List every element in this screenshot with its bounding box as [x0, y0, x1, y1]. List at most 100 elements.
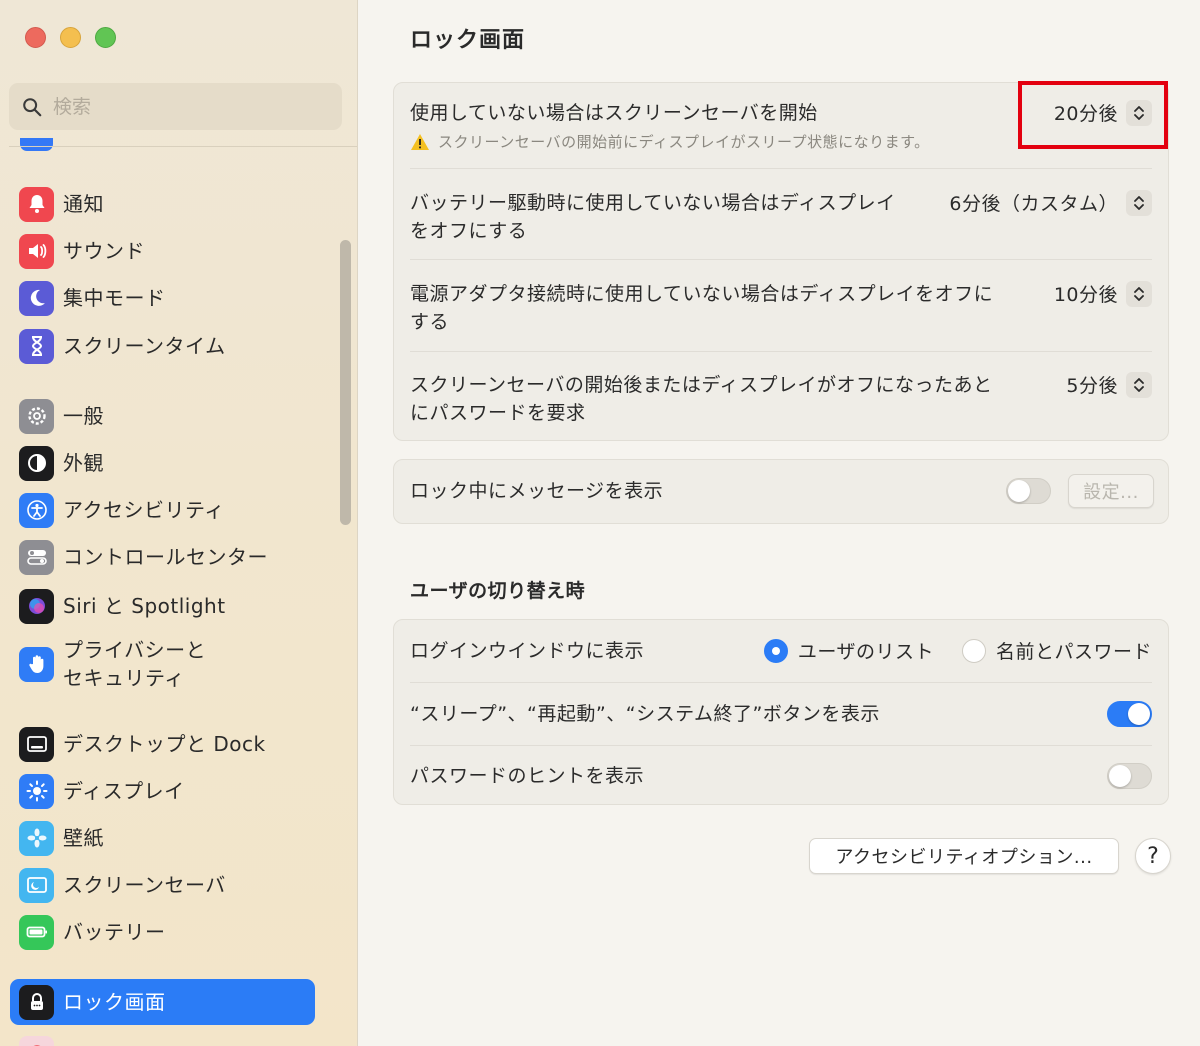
sidebar-item-battery[interactable]: バッテリー	[10, 909, 315, 955]
require-password-popup[interactable]: 5分後	[1066, 371, 1152, 398]
radio-label: ユーザのリスト	[797, 641, 934, 663]
sidebar-item-label: バッテリー	[63, 920, 166, 944]
screensaver-icon	[19, 867, 54, 903]
password-hint-row: パスワードのヒントを表示	[410, 746, 1152, 806]
display-icon	[19, 773, 54, 809]
sidebar-item-label: コントロールセンター	[63, 545, 268, 569]
lock-message-label: ロック中にメッセージを表示	[410, 480, 664, 502]
window-controls	[25, 27, 116, 48]
appearance-icon	[19, 445, 54, 481]
password-hint-toggle[interactable]	[1107, 763, 1152, 789]
sidebar-item-label: スクリーンセーバ	[63, 873, 226, 897]
search-field[interactable]	[9, 83, 342, 130]
show-buttons-row: “スリープ”、“再起動”、“システム終了”ボタンを表示	[410, 683, 1152, 745]
sidebar-item-label: ディスプレイ	[63, 779, 185, 803]
main-panel: ロック画面 使用していない場合はスクリーンセーバを開始 スクリーンセーバの開始前…	[359, 0, 1200, 1046]
warning-text: スクリーンセーバの開始前にディスプレイがスリープ状態になります。	[438, 133, 930, 151]
sidebar: 通知 サウンド 集中モード スクリーンタイム 一般 外観	[0, 0, 358, 1046]
show-buttons-label: “スリープ”、“再起動”、“システム終了”ボタンを表示	[410, 703, 880, 725]
gear-icon	[19, 398, 54, 434]
sidebar-item-screen-saver[interactable]: スクリーンセーバ	[10, 862, 315, 908]
adapter-display-off-label: 電源アダプタ接続時に使用していない場合はディスプレイをオフにする	[410, 283, 994, 333]
require-password-value: 5分後	[1066, 375, 1118, 397]
bell-icon	[19, 186, 54, 222]
minimize-window-button[interactable]	[60, 27, 81, 48]
sidebar-item-appearance[interactable]: 外観	[10, 440, 315, 486]
close-window-button[interactable]	[25, 27, 46, 48]
sidebar-item-label: プライバシーと セキュリティ	[63, 638, 207, 690]
radio-dot	[961, 638, 986, 663]
sidebar-item-label: 通知	[63, 192, 104, 216]
toggle-knob	[1128, 703, 1150, 725]
password-hint-label: パスワードのヒントを表示	[410, 765, 645, 787]
sidebar-scrollbar[interactable]	[340, 240, 351, 525]
hourglass-icon	[19, 328, 54, 364]
battery-display-off-popup[interactable]: 6分後（カスタム）	[949, 189, 1152, 216]
sidebar-item-lock-screen[interactable]: ロック画面	[10, 979, 315, 1025]
search-input[interactable]	[53, 95, 313, 118]
sidebar-item-label: 一般	[63, 404, 104, 428]
login-window-label: ログインウインドウに表示	[410, 640, 645, 662]
toggle-knob	[1109, 765, 1131, 787]
highlight-annotation	[1018, 81, 1168, 149]
sidebar-item-label: アクセシビリティ	[63, 498, 225, 522]
lock-message-settings-button[interactable]: 設定...	[1068, 474, 1154, 508]
accessibility-options-button[interactable]: アクセシビリティオプション...	[809, 838, 1119, 874]
battery-display-off-row: バッテリー駆動時に使用していない場合はディスプレイをオフにする 6分後（カスタム…	[410, 169, 1152, 259]
dock-icon	[19, 726, 54, 762]
sidebar-item-displays[interactable]: ディスプレイ	[10, 768, 315, 814]
help-button[interactable]: ?	[1135, 838, 1171, 874]
lock-message-toggle[interactable]	[1006, 478, 1051, 504]
login-window-row: ログインウインドウに表示 ユーザのリスト 名前とパスワード	[410, 620, 1152, 682]
sidebar-item-label: ロック画面	[63, 990, 166, 1014]
chevron-up-down-icon	[1126, 189, 1152, 216]
sidebar-item-desktop-dock[interactable]: デスクトップと Dock	[10, 721, 315, 767]
require-password-row: スクリーンセーバの開始後またはディスプレイがオフになったあとにパスワードを要求 …	[410, 351, 1152, 441]
sidebar-item-siri-spotlight[interactable]: Siri と Spotlight	[10, 583, 315, 629]
radio-user-list[interactable]: ユーザのリスト	[763, 637, 934, 664]
partially-hidden-icon	[20, 138, 53, 151]
radio-name-password[interactable]: 名前とパスワード	[961, 637, 1152, 664]
radio-dot	[763, 638, 788, 663]
sidebar-item-label: 壁紙	[63, 826, 104, 850]
sidebar-item-touch-id-partial[interactable]	[10, 1030, 315, 1046]
divider	[9, 146, 357, 147]
sidebar-item-label: デスクトップと Dock	[63, 732, 266, 756]
fingerprint-icon	[19, 1035, 54, 1046]
lock-icon	[19, 984, 54, 1020]
sidebar-item-control-center[interactable]: コントロールセンター	[10, 534, 315, 580]
moon-icon	[19, 280, 54, 316]
control-center-icon	[19, 539, 54, 575]
sidebar-item-privacy-security[interactable]: プライバシーと セキュリティ	[10, 634, 315, 694]
show-buttons-toggle[interactable]	[1107, 701, 1152, 727]
siri-icon	[19, 588, 54, 624]
speaker-icon	[19, 233, 54, 269]
warning-message: スクリーンセーバの開始前にディスプレイがスリープ状態になります。	[410, 131, 930, 152]
page-title: ロック画面	[410, 28, 526, 53]
sidebar-item-label: 集中モード	[63, 286, 166, 310]
sidebar-item-wallpaper[interactable]: 壁紙	[10, 815, 315, 861]
chevron-up-down-icon	[1126, 371, 1152, 398]
section-title: ユーザの切り替え時	[410, 580, 586, 602]
adapter-display-off-value: 10分後	[1053, 284, 1118, 306]
battery-display-off-label: バッテリー駆動時に使用していない場合はディスプレイをオフにする	[410, 192, 896, 242]
wallpaper-icon	[19, 820, 54, 856]
sidebar-item-accessibility[interactable]: アクセシビリティ	[10, 487, 315, 533]
sidebar-item-sound[interactable]: サウンド	[10, 228, 315, 274]
hand-icon	[19, 646, 54, 682]
adapter-display-off-popup[interactable]: 10分後	[1054, 280, 1152, 307]
zoom-window-button[interactable]	[95, 27, 116, 48]
toggle-knob	[1008, 480, 1030, 502]
sidebar-item-label: サウンド	[63, 239, 145, 263]
sidebar-item-focus[interactable]: 集中モード	[10, 275, 315, 321]
sidebar-item-label: Siri と Spotlight	[63, 594, 226, 618]
adapter-display-off-row: 電源アダプタ接続時に使用していない場合はディスプレイをオフにする 10分後	[410, 260, 1152, 350]
sidebar-item-general[interactable]: 一般	[10, 393, 315, 439]
search-icon	[23, 97, 42, 116]
login-window-radio-group: ユーザのリスト 名前とパスワード	[763, 637, 1152, 664]
battery-display-off-value: 6分後（カスタム）	[949, 193, 1118, 215]
sidebar-item-label: 外観	[63, 451, 104, 475]
sidebar-item-notifications[interactable]: 通知	[10, 181, 315, 227]
sidebar-item-screen-time[interactable]: スクリーンタイム	[10, 323, 315, 369]
screen-saver-label: 使用していない場合はスクリーンセーバを開始	[410, 102, 818, 124]
